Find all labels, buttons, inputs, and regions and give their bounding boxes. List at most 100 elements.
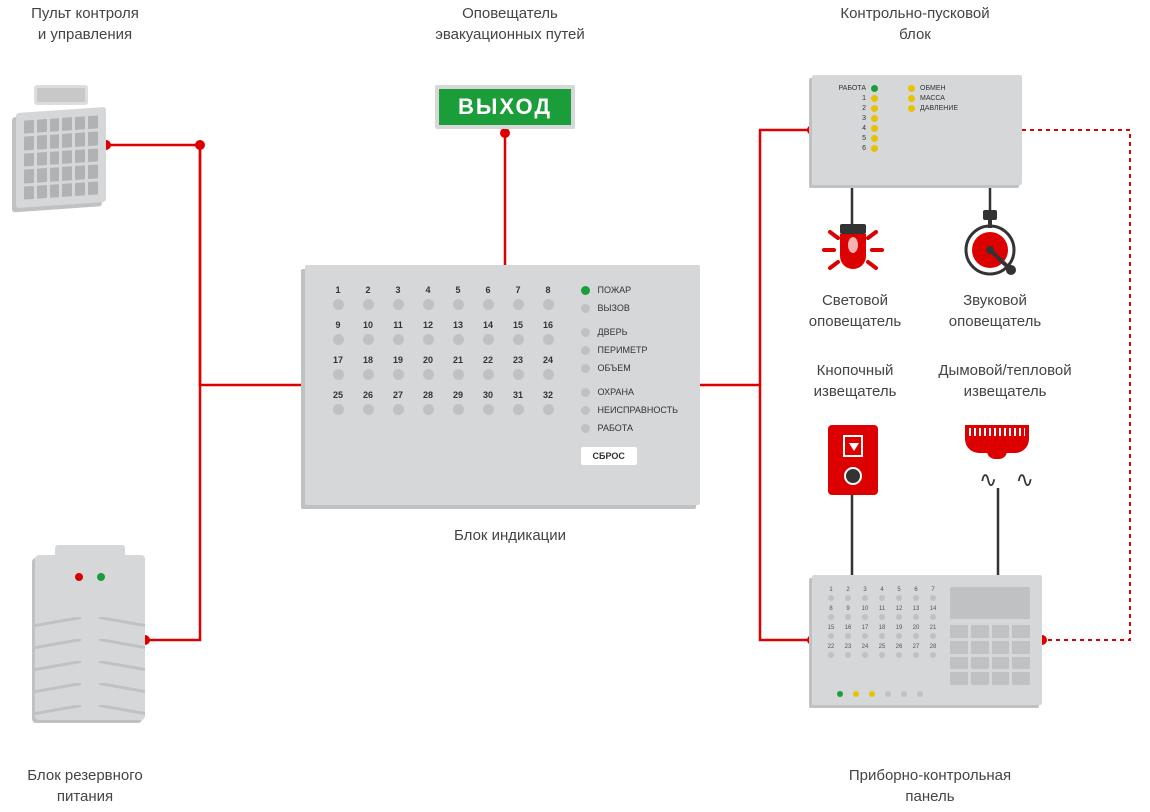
cp-zone-cell: 21 (926, 625, 940, 639)
label-control-launch-block: Контрольно-пусковойблок (805, 3, 1025, 45)
control-launch-block-device: РАБОТА ОБМЕН 1 МАССА 2 ДАВЛЕНИЕ 3 4 5 6 (812, 75, 1022, 185)
zone-cell: 15 (507, 320, 529, 345)
zone-cell: 27 (387, 390, 409, 415)
label-backup-power: Блок резервногопитания (0, 765, 170, 807)
zone-cell: 4 (417, 285, 439, 310)
label-indication-block: Блок индикации (400, 525, 620, 546)
cp-zone-cell: 2 (841, 587, 855, 601)
led-icon (581, 346, 590, 355)
clblock-n1: 1 (828, 95, 866, 102)
zone-cell: 16 (537, 320, 559, 345)
zone-cell: 2 (357, 285, 379, 310)
sound-annunciator-icon (955, 210, 1025, 280)
cp-zone-cell: 18 (875, 625, 889, 639)
zone-cell: 17 (327, 355, 349, 380)
led-yellow-icon (853, 691, 859, 697)
indication-block-device: 1234567891011121314151617181920212223242… (305, 265, 700, 505)
reset-button[interactable]: СБРОС (581, 447, 637, 465)
led-green-icon (581, 286, 590, 295)
label-light-annunciator: Световойоповещатель (790, 290, 920, 332)
cp-zone-cell: 13 (909, 606, 923, 620)
zone-cell: 20 (417, 355, 439, 380)
label-sound-annunciator: Звуковойоповещатель (930, 290, 1060, 332)
cp-zone-cell: 23 (841, 644, 855, 658)
cp-zone-cell: 25 (875, 644, 889, 658)
led-yellow-icon (871, 105, 878, 112)
cp-zone-cell: 3 (858, 587, 872, 601)
clblock-massa: МАССА (920, 95, 945, 102)
zone-cell: 11 (387, 320, 409, 345)
panel-keypad-icon (950, 625, 1030, 685)
led-icon (581, 304, 590, 313)
clblock-obmen: ОБМЕН (920, 85, 946, 92)
led-yellow-icon (871, 135, 878, 142)
led-yellow-icon (871, 95, 878, 102)
cp-zone-cell: 9 (841, 606, 855, 620)
zone-cell: 10 (357, 320, 379, 345)
cp-zone-cell: 19 (892, 625, 906, 639)
zone-cell: 25 (327, 390, 349, 415)
cp-zone-cell: 28 (926, 644, 940, 658)
zone-cell: 9 (327, 320, 349, 345)
label-button-detector: Кнопочныйизвещатель (790, 360, 920, 402)
st-work: РАБОТА (598, 423, 633, 433)
st-guard: ОХРАНА (598, 387, 635, 397)
led-yellow-icon (908, 105, 915, 112)
zone-cell: 18 (357, 355, 379, 380)
cp-zone-cell: 26 (892, 644, 906, 658)
st-fault: НЕИСПРАВНОСТЬ (598, 405, 678, 415)
zone-cell: 21 (447, 355, 469, 380)
zone-cell: 7 (507, 285, 529, 310)
cp-zone-cell: 7 (926, 587, 940, 601)
zone-cell: 26 (357, 390, 379, 415)
exit-sign-text: ВЫХОД (458, 94, 552, 120)
clblock-n2: 2 (828, 105, 866, 112)
led-yellow-icon (908, 85, 915, 92)
label-control-panel: Приборно-контрольнаяпанель (820, 765, 1040, 807)
zone-cell: 14 (477, 320, 499, 345)
led-yellow-icon (908, 95, 915, 102)
clblock-davlenie: ДАВЛЕНИЕ (920, 105, 958, 112)
led-yellow-icon (871, 145, 878, 152)
led-icon (581, 406, 590, 415)
zone-cell: 31 (507, 390, 529, 415)
smoke-detector-icon: ∿ ∿ (965, 425, 1035, 505)
led-icon (581, 388, 590, 397)
cp-zone-cell: 20 (909, 625, 923, 639)
led-icon (901, 691, 907, 697)
control-keypad-device (16, 85, 106, 205)
panel-display-icon (950, 587, 1030, 619)
zone-cell: 8 (537, 285, 559, 310)
st-volume: ОБЪЕМ (598, 363, 631, 373)
clblock-rabota: РАБОТА (828, 85, 866, 92)
led-green-icon (871, 85, 878, 92)
control-panel-device: 1234567891011121314151617181920212223242… (812, 575, 1042, 705)
led-green-icon (837, 691, 843, 697)
st-call: ВЫЗОВ (598, 303, 630, 313)
zone-cell: 29 (447, 390, 469, 415)
cp-zone-cell: 1 (824, 587, 838, 601)
zone-cell: 6 (477, 285, 499, 310)
zone-cell: 23 (507, 355, 529, 380)
cp-zone-cell: 12 (892, 606, 906, 620)
led-yellow-icon (869, 691, 875, 697)
cp-zone-cell: 22 (824, 644, 838, 658)
led-green-icon (97, 573, 105, 581)
cp-zone-cell: 16 (841, 625, 855, 639)
zone-cell: 12 (417, 320, 439, 345)
cp-zone-cell: 11 (875, 606, 889, 620)
light-annunciator-icon (818, 220, 888, 280)
button-detector-icon (828, 425, 878, 495)
cp-zone-cell: 27 (909, 644, 923, 658)
exit-sign-device: ВЫХОД (435, 85, 575, 129)
st-fire: ПОЖАР (598, 285, 632, 295)
st-door: ДВЕРЬ (598, 327, 628, 337)
cp-zone-cell: 14 (926, 606, 940, 620)
cp-zone-cell: 10 (858, 606, 872, 620)
backup-power-device (35, 555, 145, 720)
led-icon (885, 691, 891, 697)
led-icon (581, 364, 590, 373)
led-yellow-icon (871, 125, 878, 132)
cp-zone-cell: 8 (824, 606, 838, 620)
zone-cell: 30 (477, 390, 499, 415)
